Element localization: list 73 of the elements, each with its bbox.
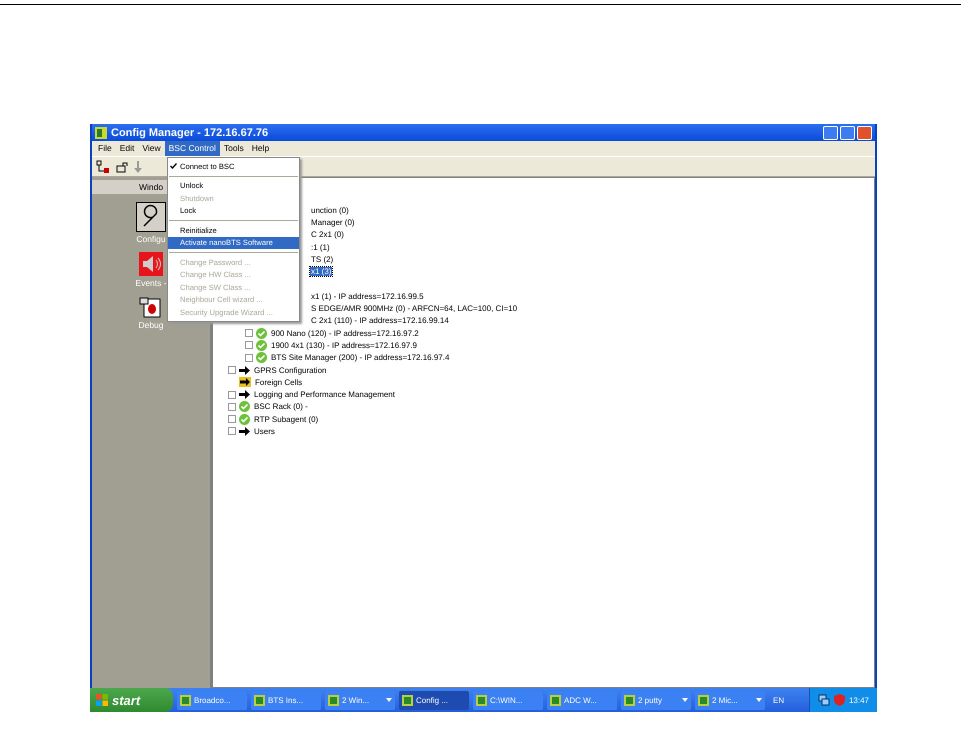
expand-icon[interactable] bbox=[228, 390, 236, 399]
clock: 13:47 bbox=[848, 696, 869, 704]
tree-item[interactable]: BTS Site Manager (200) - IP address=172.16.97.4 bbox=[270, 353, 450, 362]
expand-icon[interactable] bbox=[228, 427, 236, 436]
tree-item[interactable]: GPRS Configuration bbox=[253, 366, 328, 374]
window-icon bbox=[624, 694, 635, 706]
tree-item[interactable]: 900 Nano (120) - IP address=172.16.97.2 bbox=[270, 328, 420, 338]
tree-item[interactable]: x1 (1) - IP address=172.16.99.5 bbox=[310, 292, 425, 301]
tree-item[interactable]: TS (2) bbox=[310, 254, 334, 264]
window-title: Config Manager - 172.16.67.76 bbox=[111, 126, 268, 138]
down-arrow-icon[interactable] bbox=[134, 160, 142, 172]
taskbar-button[interactable]: Config ... bbox=[399, 690, 469, 710]
app-icon bbox=[95, 126, 107, 138]
expand-icon[interactable] bbox=[228, 402, 236, 411]
check-icon bbox=[239, 401, 250, 412]
tree-item[interactable]: S EDGE/AMR 900MHz (0) - ARFCN=64, LAC=100, CI=10 bbox=[310, 304, 518, 314]
windows-logo-icon bbox=[96, 694, 108, 706]
taskbar-button[interactable]: Broadco... bbox=[177, 690, 247, 710]
tree-item[interactable]: Logging and Performance Management bbox=[253, 390, 396, 400]
tree-item[interactable]: RTP Subagent (0) bbox=[253, 414, 320, 424]
arrow-icon bbox=[239, 390, 250, 400]
bug-icon bbox=[139, 296, 163, 318]
check-icon bbox=[256, 352, 267, 364]
tree-item[interactable]: x1 (3) bbox=[310, 267, 332, 276]
menu-item[interactable]: BSC Control bbox=[164, 141, 220, 156]
folder-arrow-icon bbox=[239, 377, 251, 388]
window-icon bbox=[328, 694, 339, 706]
tree-item[interactable]: C 2x1 (0) bbox=[310, 230, 345, 240]
close-button[interactable] bbox=[857, 126, 872, 140]
unlock-icon[interactable] bbox=[116, 160, 128, 172]
tree-item[interactable]: :1 (1) bbox=[310, 242, 331, 252]
minimize-button[interactable] bbox=[823, 126, 838, 140]
menu-item[interactable]: Edit bbox=[116, 141, 138, 156]
taskbar-button[interactable]: 2 putty bbox=[621, 690, 691, 710]
menu-item[interactable]: Tools bbox=[220, 141, 248, 156]
menu-item[interactable]: File bbox=[94, 141, 116, 156]
taskbar-button[interactable]: 2 Win... bbox=[325, 690, 395, 710]
check-icon bbox=[239, 414, 250, 425]
speaker-icon bbox=[139, 252, 163, 276]
tree-item[interactable]: Manager (0) bbox=[310, 218, 356, 227]
window-icon bbox=[476, 694, 487, 706]
tree-item[interactable]: Foreign Cells bbox=[254, 378, 304, 387]
check-icon bbox=[256, 328, 267, 339]
network-icon[interactable] bbox=[818, 694, 830, 706]
window-icon bbox=[402, 694, 413, 706]
expand-icon[interactable] bbox=[228, 415, 236, 424]
taskbar-button[interactable]: ADC W... bbox=[547, 690, 617, 710]
shield-icon[interactable] bbox=[834, 694, 845, 706]
expand-icon[interactable] bbox=[245, 354, 253, 362]
menu-item[interactable]: Help bbox=[248, 141, 274, 156]
expand-icon[interactable] bbox=[228, 366, 236, 374]
language-indicator[interactable]: EN bbox=[773, 696, 784, 704]
window-icon bbox=[254, 694, 265, 706]
window-icon bbox=[550, 694, 561, 706]
window-icon bbox=[698, 694, 709, 706]
expand-icon[interactable] bbox=[245, 329, 253, 338]
tree-item[interactable]: C 2x1 (110) - IP address=172.16.99.14 bbox=[310, 316, 450, 326]
start-button[interactable]: start bbox=[90, 688, 173, 712]
expand-icon[interactable] bbox=[245, 341, 253, 350]
check-icon bbox=[256, 340, 267, 351]
arrow-icon bbox=[239, 426, 250, 436]
tree-icon[interactable] bbox=[96, 160, 110, 174]
tree-item[interactable]: Users bbox=[253, 426, 276, 436]
taskbar-button[interactable]: BTS Ins... bbox=[251, 690, 321, 710]
window-icon bbox=[180, 694, 191, 706]
taskbar-button[interactable]: 2 Mic... bbox=[695, 690, 765, 710]
menu-item[interactable]: View bbox=[138, 141, 165, 156]
tree-item[interactable]: unction (0) bbox=[310, 206, 350, 215]
arrow-icon bbox=[239, 366, 250, 374]
tree-item[interactable]: BSC Rack (0) - bbox=[253, 402, 309, 412]
restore-button[interactable] bbox=[840, 126, 855, 140]
tree-item[interactable]: 1900 4x1 (130) - IP address=172.16.97.9 bbox=[270, 340, 418, 350]
taskbar-button[interactable]: C:\WIN... bbox=[473, 690, 543, 710]
